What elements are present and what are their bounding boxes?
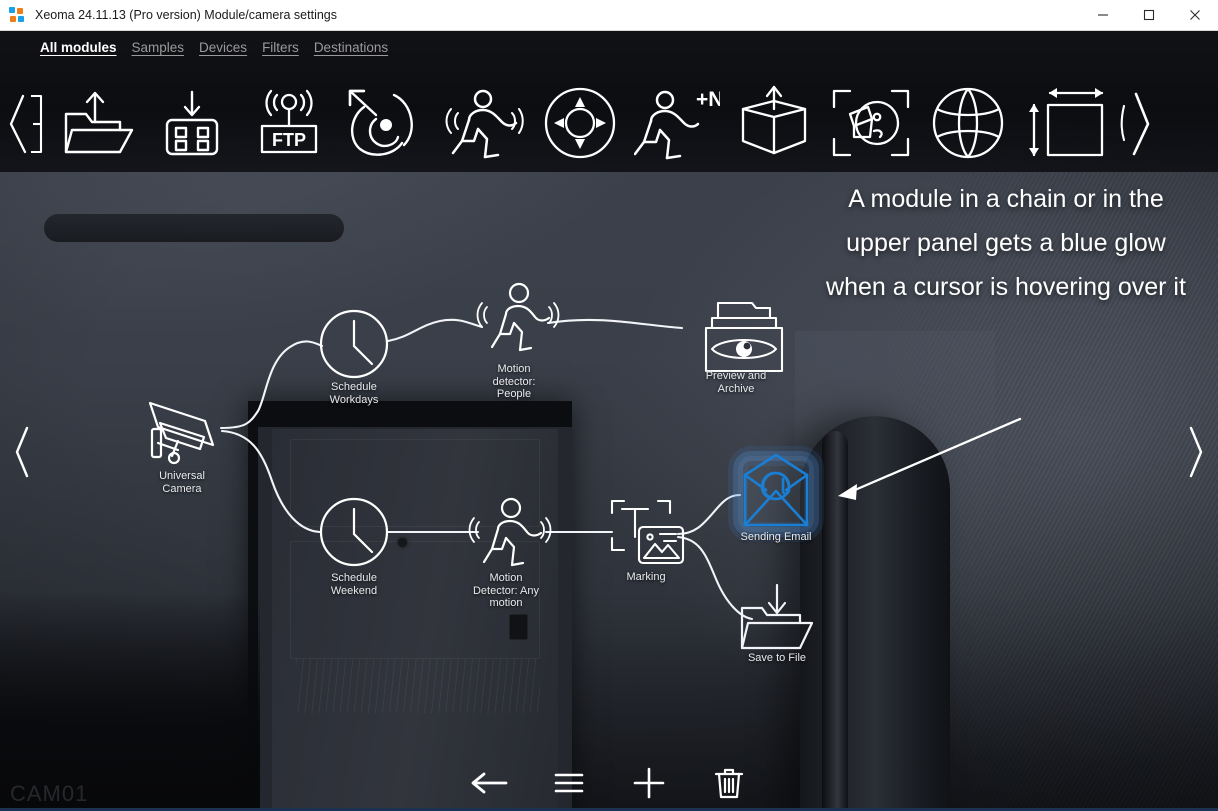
title-bar: Xeoma 24.11.13 (Pro version) Module/came… [0, 0, 1218, 31]
module-category-tabs: All modules Samples Devices Filters Dest… [40, 33, 388, 61]
chain-node-marking[interactable] [610, 499, 685, 565]
chain-node-label: Universal Camera [159, 470, 205, 495]
chain-node-label: Preview and Archive [705, 370, 767, 395]
chain-node-motion-detector-people[interactable] [476, 282, 560, 352]
modules-scroll-right-button[interactable] [1113, 79, 1159, 167]
chain-node-universal-camera[interactable] [148, 401, 215, 465]
grid-download-icon[interactable] [143, 79, 240, 167]
chain-node-label: Save to File [747, 652, 807, 664]
close-button[interactable] [1172, 0, 1218, 31]
tab-devices[interactable]: Devices [199, 40, 247, 55]
tab-filters[interactable]: Filters [262, 40, 299, 55]
chain-node-motion-detector-any-motion[interactable] [468, 497, 552, 567]
maximize-button[interactable] [1126, 0, 1172, 31]
chain-node-label: Schedule Weekend [330, 572, 378, 597]
annotation-text: A module in a chain or in the upper pane… [826, 185, 1186, 301]
app-logo-icon [9, 7, 25, 23]
animal-detector-icon[interactable] [822, 79, 919, 167]
chain-label-universal-camera[interactable]: Universal Camera [136, 467, 228, 495]
window-controls [1080, 0, 1218, 31]
window-title: Xeoma 24.11.13 (Pro version) Module/came… [35, 8, 338, 22]
modules-top-panel: All modules Samples Devices Filters Dest… [0, 31, 1218, 172]
modules-scroll-left-button[interactable] [0, 79, 46, 167]
chain-node-label: Motion detector: People [492, 363, 536, 400]
chain-label-marking[interactable]: Marking [600, 568, 692, 584]
chain-node-label: Schedule Workdays [329, 381, 379, 406]
app-body: CAM01 Universal Camera Schedule Workdays… [0, 31, 1218, 811]
back-button[interactable] [463, 761, 515, 805]
next-camera-button[interactable] [1174, 420, 1218, 484]
open-box-object-icon[interactable] [725, 79, 822, 167]
menu-button[interactable] [543, 761, 595, 805]
annotation-pointer-arrow [838, 417, 1022, 500]
chain-label-motion-detector-people[interactable]: Motion detector: People [468, 360, 560, 401]
chain-label-motion-detector-any-motion[interactable]: Motion Detector: Any motion [458, 569, 554, 610]
bottom-toolbar [0, 755, 1218, 811]
chain-node-label: Marking [626, 571, 666, 583]
module-icon-row: FTP +N [0, 79, 1218, 167]
running-person-motion-icon[interactable] [434, 79, 531, 167]
chain-label-sending-email[interactable]: Sending Email [730, 528, 822, 544]
object-size-icon[interactable] [1016, 79, 1113, 167]
chain-label-schedule-weekend[interactable]: Schedule Weekend [308, 569, 400, 597]
delete-button[interactable] [703, 761, 755, 805]
chain-node-preview-and-archive[interactable] [704, 301, 784, 373]
chain-node-label: Motion Detector: Any motion [472, 572, 540, 609]
chain-label-schedule-workdays[interactable]: Schedule Workdays [308, 378, 400, 406]
chain-node-schedule-weekend[interactable] [319, 497, 389, 567]
minimize-button[interactable] [1080, 0, 1126, 31]
add-button[interactable] [623, 761, 675, 805]
tab-destinations[interactable]: Destinations [314, 40, 388, 55]
ball-detector-icon[interactable] [919, 79, 1016, 167]
chain-node-save-to-file[interactable] [740, 583, 814, 650]
radar-motion-icon[interactable] [337, 79, 434, 167]
chain-node-label: Sending Email [740, 531, 812, 543]
svg-text:+N: +N [696, 88, 720, 111]
tab-all-modules[interactable]: All modules [40, 40, 117, 55]
ptz-dpad-icon[interactable] [531, 79, 628, 167]
ftp-upload-icon[interactable]: FTP [240, 79, 337, 167]
tab-samples[interactable]: Samples [132, 40, 185, 55]
people-counter-icon[interactable]: +N [628, 79, 725, 167]
chain-label-preview-and-archive[interactable]: Preview and Archive [690, 367, 782, 395]
previous-camera-button[interactable] [0, 420, 44, 484]
chain-node-schedule-workdays[interactable] [319, 309, 389, 379]
chain-label-save-to-file[interactable]: Save to File [731, 649, 823, 665]
svg-text:FTP: FTP [272, 130, 306, 150]
folder-upload-icon[interactable] [46, 79, 143, 167]
